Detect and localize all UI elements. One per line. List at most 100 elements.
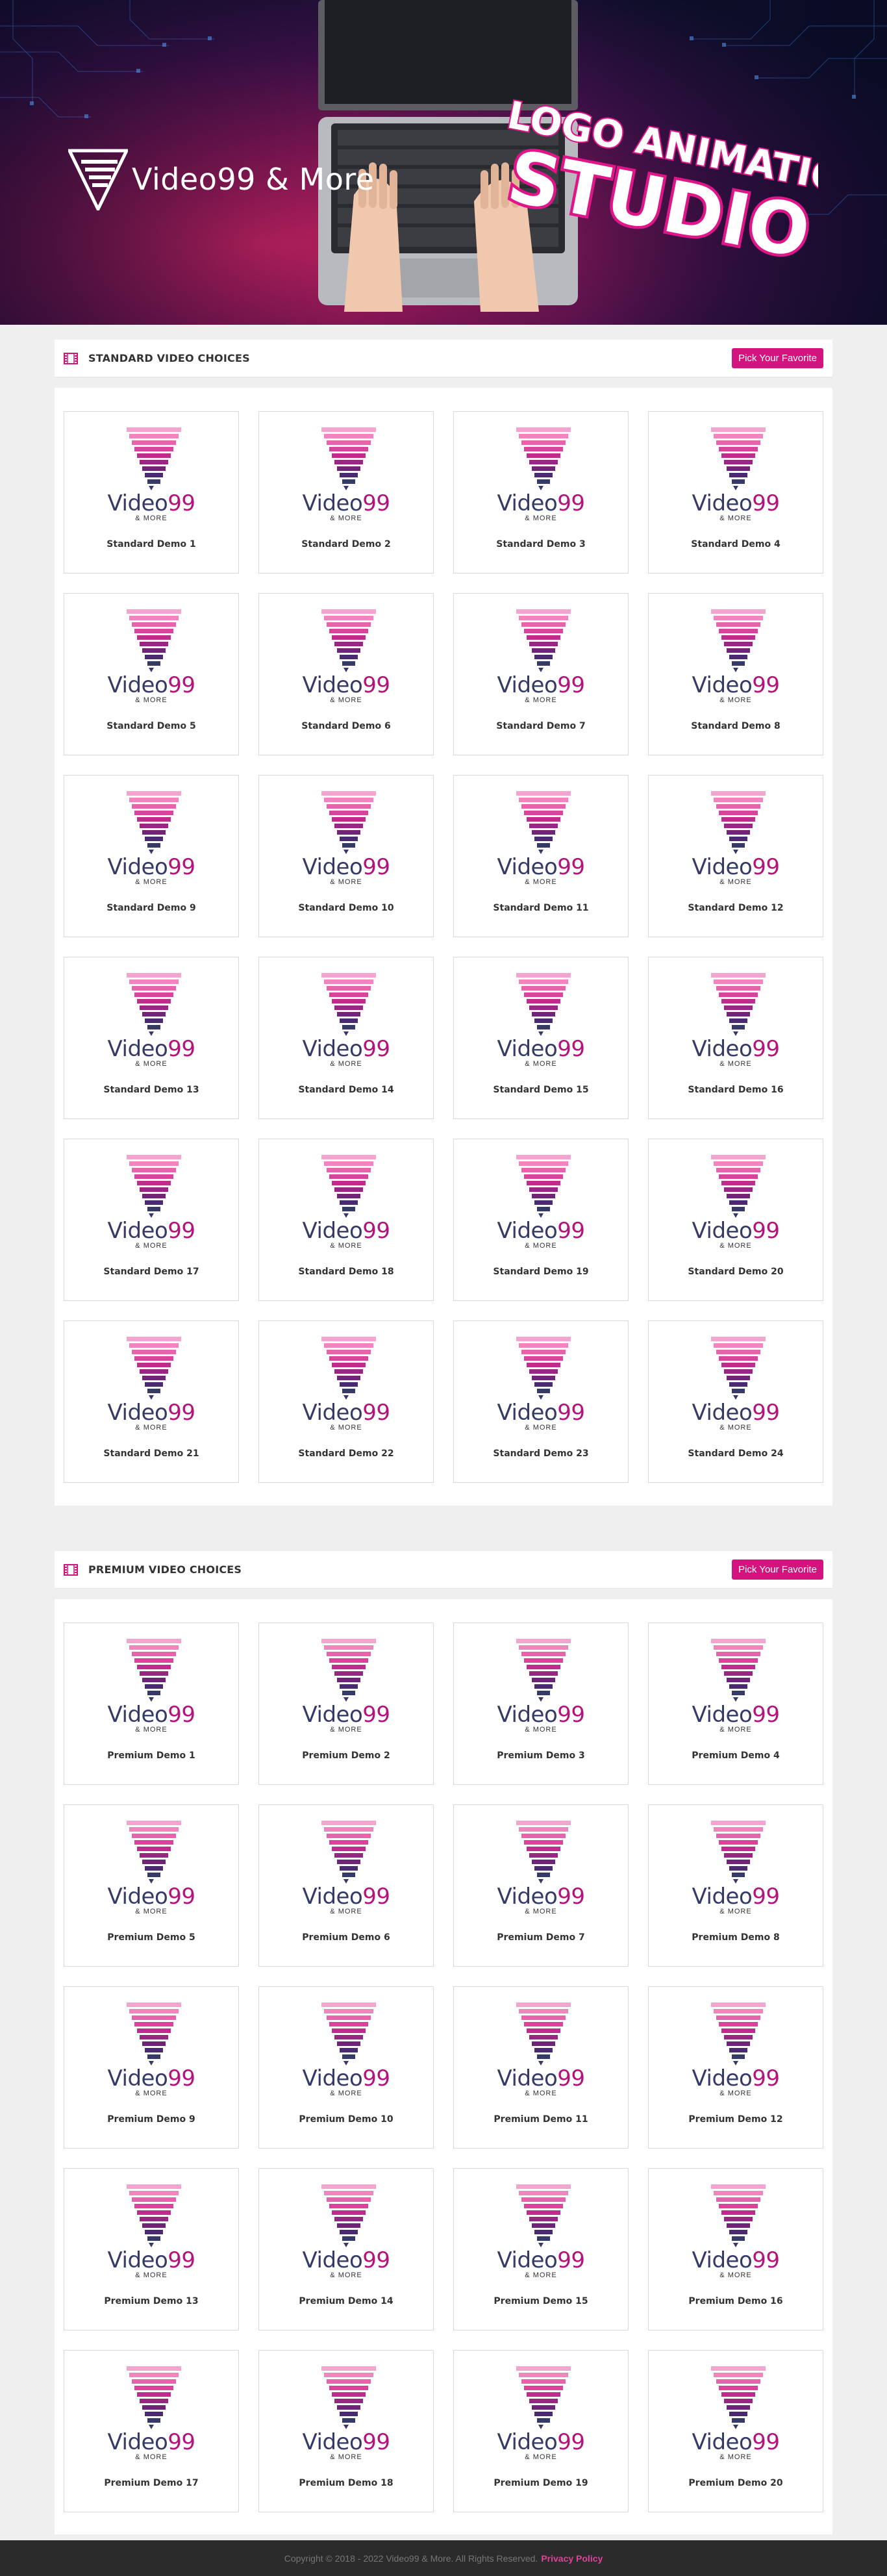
pick-your-favorite-button[interactable]: Pick Your Favorite <box>732 1559 823 1580</box>
video-demo-card[interactable]: Video99 & MORE Standard Demo 21 <box>64 1320 239 1483</box>
video99-logo-icon <box>68 149 128 210</box>
copyright-text: Copyright © 2018 - 2022 Video99 & More. … <box>284 2553 538 2564</box>
video-demo-card[interactable]: Video99 & MORE Premium Demo 12 <box>648 1986 823 2149</box>
demo-caption: Standard Demo 22 <box>298 1448 394 1459</box>
brand-subtitle: & MORE <box>525 2271 557 2279</box>
video-demo-card[interactable]: Video99 & MORE Premium Demo 3 <box>453 1623 629 1785</box>
privacy-policy-link[interactable]: Privacy Policy <box>541 2553 603 2564</box>
video-demo-card[interactable]: Video99 & MORE Standard Demo 5 <box>64 593 239 755</box>
video-demo-card[interactable]: Video99 & MORE Standard Demo 2 <box>258 411 434 574</box>
brand-subtitle: & MORE <box>525 1726 557 1734</box>
brand-subtitle: & MORE <box>135 1424 168 1432</box>
video99-logo-icon <box>321 427 376 490</box>
video-demo-card[interactable]: Video99 & MORE Premium Demo 9 <box>64 1986 239 2149</box>
video-demo-card[interactable]: Video99 & MORE Standard Demo 8 <box>648 593 823 755</box>
brand-subtitle: & MORE <box>135 514 168 522</box>
video99-logo-icon <box>711 973 766 1036</box>
video-demo-card[interactable]: Video99 & MORE Standard Demo 10 <box>258 775 434 937</box>
video-demo-card[interactable]: Video99 & MORE Premium Demo 8 <box>648 1804 823 1967</box>
demo-caption: Premium Demo 1 <box>107 1750 195 1761</box>
brand-subtitle: & MORE <box>330 878 362 886</box>
video-demo-card[interactable]: Video99 & MORE Standard Demo 1 <box>64 411 239 574</box>
video-demo-card[interactable]: Video99 & MORE Premium Demo 16 <box>648 2168 823 2330</box>
brand-wordmark: Video99 <box>107 1400 195 1426</box>
video-demo-card[interactable]: Video99 & MORE Standard Demo 12 <box>648 775 823 937</box>
video-demo-card[interactable]: Video99 & MORE Standard Demo 16 <box>648 957 823 1119</box>
hero-logo[interactable]: Video99 & More <box>68 148 375 210</box>
video-demo-card[interactable]: Video99 & MORE Premium Demo 11 <box>453 1986 629 2149</box>
brand-subtitle: & MORE <box>719 1726 752 1734</box>
brand-subtitle: & MORE <box>330 1908 362 1915</box>
demo-caption: Premium Demo 13 <box>104 2296 199 2306</box>
brand-wordmark: Video99 <box>107 1884 195 1910</box>
demo-caption: Premium Demo 14 <box>299 2296 394 2306</box>
video-demo-card[interactable]: Video99 & MORE Premium Demo 5 <box>64 1804 239 1967</box>
brand-wordmark: Video99 <box>692 1884 780 1910</box>
demo-caption: Standard Demo 4 <box>691 539 781 549</box>
video-demo-card[interactable]: Video99 & MORE Standard Demo 23 <box>453 1320 629 1483</box>
brand-wordmark: Video99 <box>497 854 585 880</box>
brand-wordmark: Video99 <box>107 1036 195 1062</box>
demo-caption: Premium Demo 6 <box>302 1932 390 1943</box>
video-demo-card[interactable]: Video99 & MORE Standard Demo 11 <box>453 775 629 937</box>
video-demo-card[interactable]: Video99 & MORE Standard Demo 3 <box>453 411 629 574</box>
film-icon <box>64 1563 78 1576</box>
section-title: STANDARD VIDEO CHOICES <box>88 352 250 364</box>
video-demo-card[interactable]: Video99 & MORE Standard Demo 13 <box>64 957 239 1119</box>
video99-logo-icon <box>127 1639 181 1702</box>
video-demo-card[interactable]: Video99 & MORE Standard Demo 15 <box>453 957 629 1119</box>
demo-caption: Standard Demo 20 <box>688 1267 784 1277</box>
video99-logo-icon <box>711 427 766 490</box>
video-demo-card[interactable]: Video99 & MORE Premium Demo 7 <box>453 1804 629 1967</box>
brand-wordmark: Video99 <box>107 2247 195 2273</box>
video-demo-card[interactable]: Video99 & MORE Premium Demo 18 <box>258 2350 434 2512</box>
brand-subtitle: & MORE <box>525 2453 557 2461</box>
demo-caption: Premium Demo 16 <box>688 2296 783 2306</box>
video99-logo-icon <box>321 2184 376 2247</box>
brand-wordmark: Video99 <box>497 1702 585 1728</box>
brand-wordmark: Video99 <box>497 1036 585 1062</box>
video-demo-card[interactable]: Video99 & MORE Standard Demo 14 <box>258 957 434 1119</box>
brand-wordmark: Video99 <box>692 1036 780 1062</box>
brand-subtitle: & MORE <box>525 1424 557 1432</box>
video-demo-card[interactable]: Video99 & MORE Premium Demo 14 <box>258 2168 434 2330</box>
video99-logo-icon <box>516 609 571 672</box>
brand-wordmark: Video99 <box>692 1400 780 1426</box>
pick-your-favorite-button[interactable]: Pick Your Favorite <box>732 348 823 368</box>
video-demo-card[interactable]: Video99 & MORE Standard Demo 24 <box>648 1320 823 1483</box>
video-demo-card[interactable]: Video99 & MORE Standard Demo 19 <box>453 1139 629 1301</box>
video-demo-card[interactable]: Video99 & MORE Standard Demo 4 <box>648 411 823 574</box>
demo-caption: Standard Demo 6 <box>301 721 391 731</box>
video-demo-card[interactable]: Video99 & MORE Premium Demo 15 <box>453 2168 629 2330</box>
brand-wordmark: Video99 <box>692 2429 780 2455</box>
brand-subtitle: & MORE <box>525 878 557 886</box>
video-demo-card[interactable]: Video99 & MORE Standard Demo 9 <box>64 775 239 937</box>
demo-caption: Premium Demo 11 <box>493 2114 588 2125</box>
video-demo-card[interactable]: Video99 & MORE Standard Demo 20 <box>648 1139 823 1301</box>
video99-logo-icon <box>516 2366 571 2429</box>
video-demo-card[interactable]: Video99 & MORE Premium Demo 1 <box>64 1623 239 1785</box>
brand-subtitle: & MORE <box>135 2090 168 2097</box>
video-demo-card[interactable]: Video99 & MORE Standard Demo 18 <box>258 1139 434 1301</box>
brand-wordmark: Video99 <box>107 490 195 516</box>
video-demo-card[interactable]: Video99 & MORE Standard Demo 17 <box>64 1139 239 1301</box>
video99-logo-icon <box>516 1821 571 1884</box>
video-demo-card[interactable]: Video99 & MORE Premium Demo 20 <box>648 2350 823 2512</box>
video-demo-card[interactable]: Video99 & MORE Premium Demo 10 <box>258 1986 434 2149</box>
video99-logo-icon <box>127 1337 181 1400</box>
brand-wordmark: Video99 <box>302 854 390 880</box>
demo-caption: Standard Demo 24 <box>688 1448 784 1459</box>
video-demo-card[interactable]: Video99 & MORE Premium Demo 13 <box>64 2168 239 2330</box>
video-demo-card[interactable]: Video99 & MORE Premium Demo 19 <box>453 2350 629 2512</box>
video-demo-card[interactable]: Video99 & MORE Premium Demo 6 <box>258 1804 434 1967</box>
video-demo-card[interactable]: Video99 & MORE Standard Demo 7 <box>453 593 629 755</box>
video-demo-card[interactable]: Video99 & MORE Standard Demo 6 <box>258 593 434 755</box>
demo-caption: Premium Demo 8 <box>692 1932 780 1943</box>
demo-caption: Premium Demo 18 <box>299 2478 394 2488</box>
video-demo-card[interactable]: Video99 & MORE Premium Demo 4 <box>648 1623 823 1785</box>
demo-caption: Premium Demo 7 <box>497 1932 585 1943</box>
video-demo-card[interactable]: Video99 & MORE Standard Demo 22 <box>258 1320 434 1483</box>
brand-subtitle: & MORE <box>135 696 168 704</box>
video-demo-card[interactable]: Video99 & MORE Premium Demo 2 <box>258 1623 434 1785</box>
video-demo-card[interactable]: Video99 & MORE Premium Demo 17 <box>64 2350 239 2512</box>
